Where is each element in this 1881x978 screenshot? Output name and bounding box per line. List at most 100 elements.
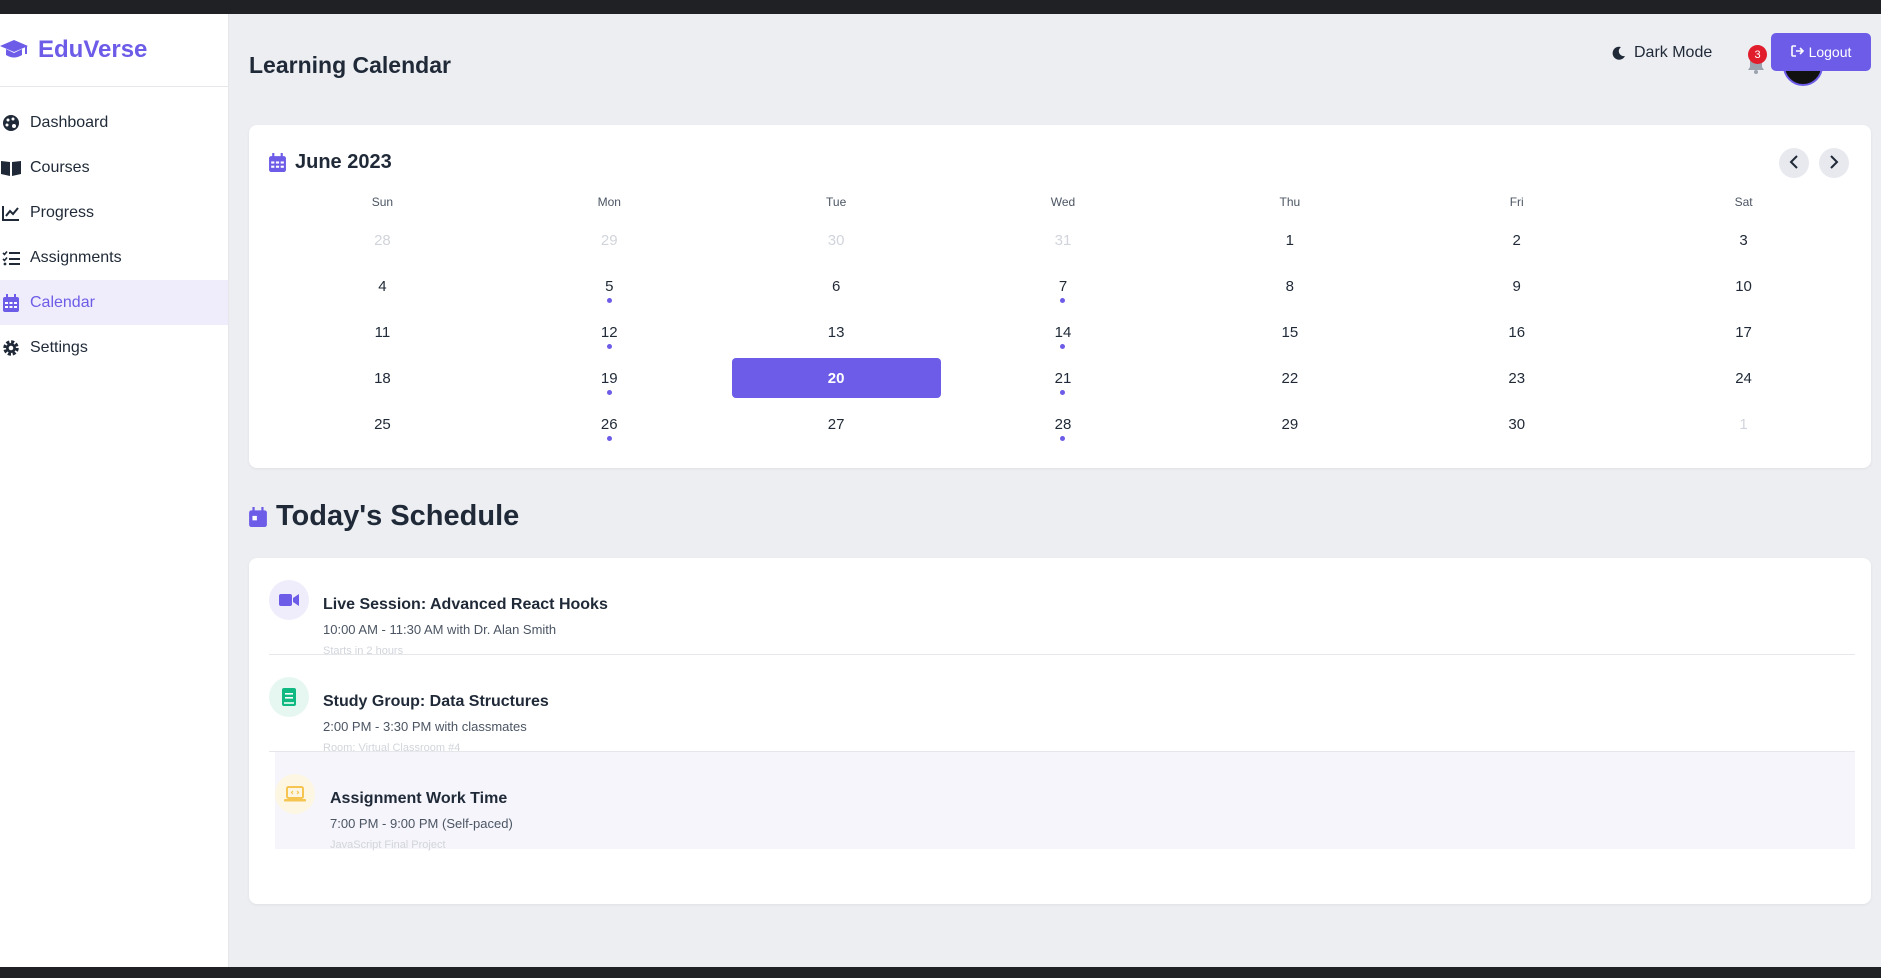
calendar-day[interactable]: 4 [278, 266, 487, 306]
day-number: 18 [374, 369, 391, 387]
day-number: 29 [600, 231, 618, 249]
sidebar-item-label: Assignments [30, 248, 122, 266]
calendar-day[interactable]: 30 [1412, 404, 1621, 444]
sidebar: EduVerse Dashboard Courses Progress Assi… [0, 14, 229, 967]
main-content: Learning Calendar Dark Mode 3 Logout Jun… [229, 14, 1881, 967]
calendar-day[interactable]: 11 [278, 312, 487, 352]
calendar-day[interactable]: 27 [732, 404, 941, 444]
event-indicator-dot [1060, 344, 1066, 349]
prev-month-button[interactable] [1779, 148, 1809, 178]
sidebar-item-courses[interactable]: Courses [0, 145, 228, 190]
calendar-day[interactable]: 24 [1639, 358, 1848, 398]
calendar-day[interactable]: 7 [959, 266, 1168, 306]
calendar-day[interactable]: 1 [1185, 220, 1394, 260]
event-time: 7:00 PM - 9:00 PM (Self-paced) [330, 816, 513, 831]
event-title: Study Group: Data Structures [323, 693, 549, 710]
calendar-day[interactable]: 25 [278, 404, 487, 444]
calendar-day[interactable]: 17 [1639, 312, 1848, 352]
calendar-day[interactable]: 21 [959, 358, 1168, 398]
day-number: 17 [1735, 323, 1752, 341]
sidebar-item-label: Calendar [30, 293, 95, 311]
day-number: 30 [827, 231, 845, 249]
sidebar-item-label: Dashboard [30, 113, 109, 131]
day-number: 1 [1739, 415, 1748, 433]
calendar-day[interactable]: 19 [505, 358, 714, 398]
page-title: Learning Calendar [249, 52, 451, 78]
event-indicator-dot [1060, 298, 1066, 303]
day-number: 4 [378, 277, 387, 295]
calendar-day[interactable]: 28 [959, 404, 1168, 444]
day-number: 11 [374, 323, 391, 341]
calendar-day[interactable]: 8 [1185, 266, 1394, 306]
calendar-day[interactable]: 31 [959, 220, 1168, 260]
schedule-card: Live Session: Advanced React Hooks 10:00… [249, 558, 1871, 904]
day-number: 24 [1735, 369, 1752, 387]
calendar-day[interactable]: 23 [1412, 358, 1621, 398]
calendar-day[interactable]: 18 [278, 358, 487, 398]
event-time: 2:00 PM - 3:30 PM with classmates [323, 719, 527, 734]
day-number: 3 [1739, 231, 1748, 249]
day-number: 13 [827, 323, 845, 341]
calendar-day[interactable]: 14 [959, 312, 1168, 352]
dark-mode-label: Dark Mode [1634, 44, 1713, 61]
calendar-day[interactable]: 2 [1412, 220, 1621, 260]
logout-label: Logout [1808, 44, 1852, 60]
calendar-day[interactable]: 10 [1639, 266, 1848, 306]
calendar-day[interactable]: 6 [732, 266, 941, 306]
schedule-event[interactable]: Study Group: Data Structures 2:00 PM - 3… [269, 655, 1855, 754]
book-icon [0, 158, 22, 178]
event-indicator-dot [1060, 436, 1066, 441]
weekday-label: Wed [1050, 195, 1076, 209]
event-title: Assignment Work Time [330, 790, 508, 807]
calendar-day[interactable]: 5 [505, 266, 714, 306]
dark-mode-toggle[interactable]: Dark Mode [1612, 44, 1712, 62]
brand-name: EduVerse [38, 36, 148, 63]
graduation-cap-icon [0, 37, 30, 63]
schedule-event[interactable]: Assignment Work Time 7:00 PM - 9:00 PM (… [275, 752, 1855, 851]
day-number: 28 [374, 231, 391, 249]
calendar-day[interactable]: 29 [505, 220, 714, 260]
calendar-day[interactable]: 22 [1185, 358, 1394, 398]
weekday-label: Sat [1734, 195, 1753, 209]
day-number: 16 [1508, 323, 1526, 341]
browser-top-bar [0, 0, 1881, 14]
calendar-grid: 28 29 30 31 1 2 3 4 5 6 7 8 9 10 11 12 13 14 15 16 17 18 19 20 2… [269, 217, 1857, 447]
weekday-label: Fri [1509, 195, 1524, 209]
month-label: June 2023 [295, 151, 392, 173]
logout-button[interactable]: Logout [1771, 33, 1871, 71]
day-number: 31 [1054, 231, 1072, 249]
calendar-day[interactable]: 9 [1412, 266, 1621, 306]
calendar-day-icon [249, 506, 267, 527]
calendar-day[interactable]: 15 [1185, 312, 1394, 352]
calendar-day[interactable]: 28 [278, 220, 487, 260]
calendar-day-today[interactable]: 20 [731, 358, 941, 398]
sidebar-item-progress[interactable]: Progress [0, 190, 228, 235]
calendar-day[interactable]: 3 [1639, 220, 1848, 260]
app: EduVerse Dashboard Courses Progress Assi… [0, 14, 1881, 967]
event-indicator-dot [1060, 390, 1066, 395]
calendar-day[interactable]: 29 [1185, 404, 1394, 444]
day-number: 19 [600, 369, 618, 387]
sidebar-item-settings[interactable]: Settings [0, 325, 228, 370]
weekday-label: Thu [1279, 195, 1301, 209]
next-month-button[interactable] [1819, 148, 1849, 178]
day-number: 20 [827, 369, 845, 387]
schedule-event[interactable]: Live Session: Advanced React Hooks 10:00… [269, 558, 1855, 657]
calendar-day[interactable]: 30 [732, 220, 941, 260]
calendar-day[interactable]: 12 [505, 312, 714, 352]
day-number: 30 [1508, 415, 1526, 433]
video-icon [269, 580, 309, 620]
schedule-title: Today's Schedule [276, 500, 520, 532]
calendar-day[interactable]: 13 [732, 312, 941, 352]
brand[interactable]: EduVerse [0, 14, 228, 87]
day-number: 1 [1285, 231, 1295, 249]
chevron-right-icon [1829, 154, 1839, 172]
sidebar-item-calendar[interactable]: Calendar [0, 280, 228, 325]
calendar-day[interactable]: 26 [505, 404, 714, 444]
sidebar-item-dashboard[interactable]: Dashboard [0, 100, 228, 145]
calendar-day[interactable]: 16 [1412, 312, 1621, 352]
day-number: 14 [1054, 323, 1072, 341]
event-indicator-dot [606, 390, 612, 395]
calendar-day[interactable]: 1 [1639, 404, 1848, 444]
sidebar-item-assignments[interactable]: Assignments [0, 235, 228, 280]
